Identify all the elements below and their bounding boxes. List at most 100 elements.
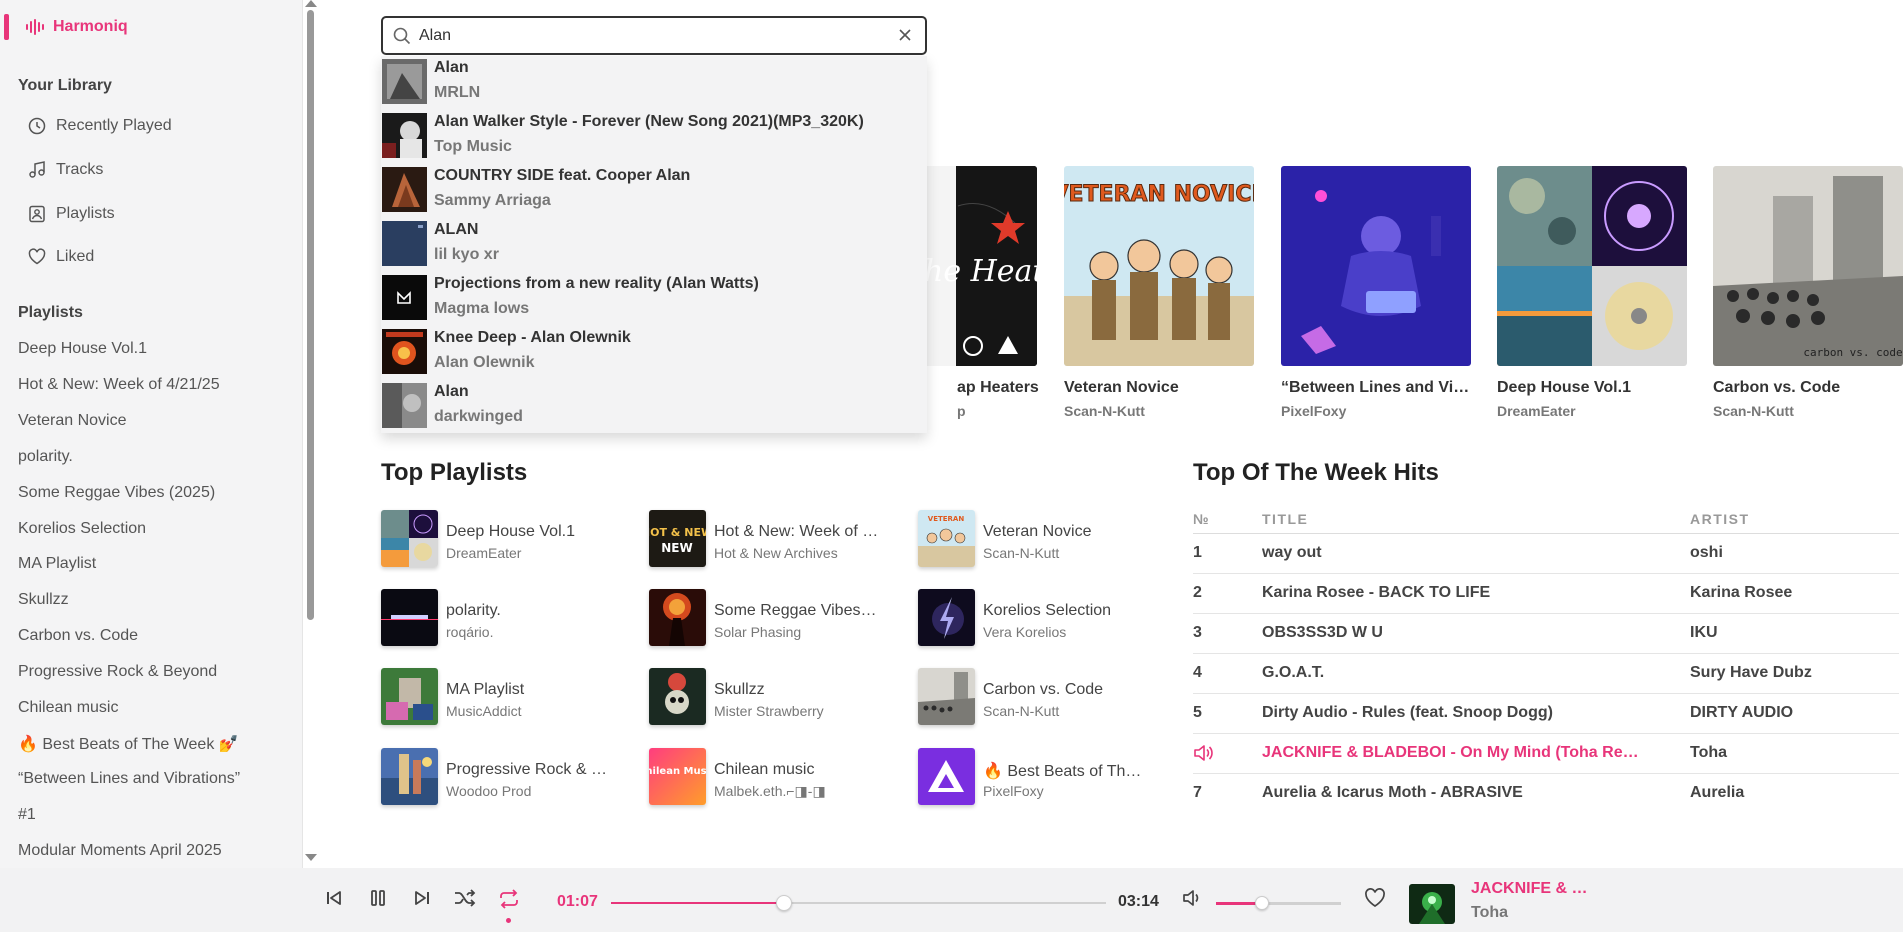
scroll-down-arrow[interactable] [305,854,317,861]
playlist-thumbnail [649,668,706,725]
card[interactable]: VETERAN NOVICE Veteran Novice Scan-N-Kut… [1064,166,1254,419]
volume-icon[interactable] [1182,888,1204,908]
playlist-title: Hot & New: Week of … [714,523,879,540]
top-playlist-item[interactable]: HOT & NEW NEW Hot & New: Week of … Hot & … [649,510,879,568]
player-bar: 01:07 03:14 JACKNIFE & … Toha [0,868,1903,932]
sidebar-playlist-item[interactable]: Modular Moments April 2025 [18,842,222,860]
volume-knob[interactable] [1255,896,1270,910]
hit-artist[interactable]: Sury Have Dubz [1690,664,1812,682]
sidebar-playlist-item[interactable]: Korelios Selection [18,520,146,538]
heart-icon [28,248,46,265]
search-icon [393,27,411,44]
hits-row[interactable]: 2 Karina Rosee - BACK TO LIFE Karina Ros… [1193,574,1899,614]
top-playlist-item[interactable]: polarity. roqário. [381,589,611,647]
now-playing-artist[interactable]: Toha [1471,904,1508,922]
scroll-up-arrow[interactable] [305,0,317,7]
top-playlist-item[interactable]: VETERAN Veteran Novice Scan-N-Kutt [918,510,1148,568]
hit-number: 4 [1193,664,1202,681]
hit-artist[interactable]: Aurelia [1690,784,1744,802]
now-playing-cover[interactable] [1409,884,1455,924]
result-title: Alan Walker Style - Forever (New Song 20… [434,113,864,130]
progress-bar[interactable] [611,902,1106,904]
card[interactable]: carbon vs. code Carbon vs. Code Scan-N-K… [1713,166,1903,419]
top-playlist-item[interactable]: Some Reggae Vibes … Solar Phasing [649,589,879,647]
sidebar: Harmoniq Your Library Recently Played Tr… [0,0,303,868]
playlist-owner: Mister Strawberry [714,703,824,719]
playlist-title: Korelios Selection [983,602,1112,619]
now-playing-title[interactable]: JACKNIFE & … [1471,880,1587,898]
top-playlist-item[interactable]: Carbon vs. Code Scan-N-Kutt [918,668,1148,726]
sidebar-playlist-item[interactable]: Chilean music [18,699,118,717]
pause-icon[interactable] [368,888,388,908]
hits-row[interactable]: 4 G.O.A.T. Sury Have Dubz [1193,654,1899,694]
sidebar-playlist-item[interactable]: Progressive Rock & Beyond [18,663,217,681]
search-result[interactable]: Projections from a new reality (Alan Wat… [382,272,922,324]
card[interactable]: Deep House Vol.1 DreamEater [1497,166,1687,419]
hits-row[interactable]: 3 OBS3SS3D W U IKU [1193,614,1899,654]
app-root: Harmoniq Your Library Recently Played Tr… [0,0,1903,932]
sidebar-scrollbar[interactable] [307,10,314,620]
top-playlist-item[interactable]: Skullzz Mister Strawberry [649,668,879,726]
hits-row-playing[interactable]: JACKNIFE & BLADEBOI - On My Mind (Toha R… [1193,734,1899,774]
sidebar-playlist-item[interactable]: Hot & New: Week of 4/21/25 [18,376,220,394]
nav-playlists[interactable]: Playlists [28,201,115,227]
top-playlist-item[interactable]: MA Playlist MusicAddict [381,668,611,726]
card-title: ap Heaters [957,379,1039,396]
playlist-thumbnail [918,668,975,725]
hit-artist[interactable]: IKU [1690,624,1718,642]
nav-liked[interactable]: Liked [28,244,94,270]
sidebar-playlist-item[interactable]: “Between Lines and Vibrations” [18,770,240,788]
hit-artist[interactable]: Karina Rosee [1690,584,1792,602]
volume-slider[interactable] [1216,902,1341,905]
search-result[interactable]: Alan MRLN [382,56,922,108]
search-result[interactable]: Alan Walker Style - Forever (New Song 20… [382,110,922,162]
playlist-thumbnail: Chilean Music [649,748,706,805]
hit-number: 2 [1193,584,1202,601]
card-title: Deep House Vol.1 [1497,379,1631,396]
sidebar-playlist-item[interactable]: Deep House Vol.1 [18,340,147,358]
sidebar-playlist-item[interactable]: Veteran Novice [18,412,127,430]
shuffle-icon[interactable] [453,888,477,908]
hit-artist[interactable]: Toha [1690,744,1727,762]
playlist-owner: Woodoo Prod [446,783,532,799]
hits-row[interactable]: 7 Aurelia & Icarus Moth - ABRASIVE Aurel… [1193,774,1899,814]
top-playlist-item[interactable]: 🔥 Best Beats of The … PixelFoxy [918,748,1148,806]
sidebar-playlist-item[interactable]: Some Reggae Vibes (2025) [18,484,215,502]
previous-icon[interactable] [324,888,344,908]
sidebar-playlist-item[interactable]: Skullzz [18,591,69,609]
nav-recently-played[interactable]: Recently Played [28,113,172,139]
hit-artist[interactable]: DIRTY AUDIO [1690,704,1793,722]
card[interactable]: “Between Lines and Vi… PixelFoxy [1281,166,1471,419]
brand[interactable]: Harmoniq [0,14,128,40]
sidebar-playlist-item[interactable]: #1 [18,806,36,824]
playlist-thumbnail [381,589,438,646]
search-result[interactable]: COUNTRY SIDE feat. Cooper Alan Sammy Arr… [382,164,922,216]
search-result[interactable]: Alan darkwinged [382,380,922,432]
hits-row[interactable]: 1 way out oshi [1193,534,1899,574]
hit-artist[interactable]: oshi [1690,544,1723,562]
waveform-icon [25,16,47,38]
nav-tracks[interactable]: Tracks [28,157,103,183]
clear-icon[interactable] [897,27,913,43]
search-result[interactable]: ALAN lil kyo xr [382,218,922,270]
like-heart-icon[interactable] [1364,888,1386,908]
hits-header-artist: ARTIST [1690,511,1750,527]
sidebar-playlist-item[interactable]: 🔥 Best Beats of The Week 💅 [18,734,239,754]
sidebar-playlist-item[interactable]: MA Playlist [18,555,96,573]
result-thumbnail [382,59,427,104]
top-playlist-item[interactable]: Chilean Music Chilean music Malbek.eth.⌐… [649,748,879,806]
sidebar-playlist-item[interactable]: polarity. [18,448,73,466]
top-playlist-item[interactable]: Korelios Selection Vera Korelios [918,589,1148,647]
sidebar-playlist-item[interactable]: Carbon vs. Code [18,627,138,645]
top-playlist-item[interactable]: Deep House Vol.1 DreamEater [381,510,611,568]
playlist-thumbnail [381,510,438,567]
next-icon[interactable] [412,888,432,908]
playlist-owner: Solar Phasing [714,624,802,640]
search-result[interactable]: Knee Deep - Alan Olewnik Alan Olewnik [382,326,922,378]
playlist-title: MA Playlist [446,681,525,698]
repeat-icon[interactable] [497,888,521,910]
search-input[interactable] [419,26,879,45]
progress-knob[interactable] [776,895,793,911]
hits-row[interactable]: 5 Dirty Audio - Rules (feat. Snoop Dogg)… [1193,694,1899,734]
top-playlist-item[interactable]: Progressive Rock & … Woodoo Prod [381,748,611,806]
